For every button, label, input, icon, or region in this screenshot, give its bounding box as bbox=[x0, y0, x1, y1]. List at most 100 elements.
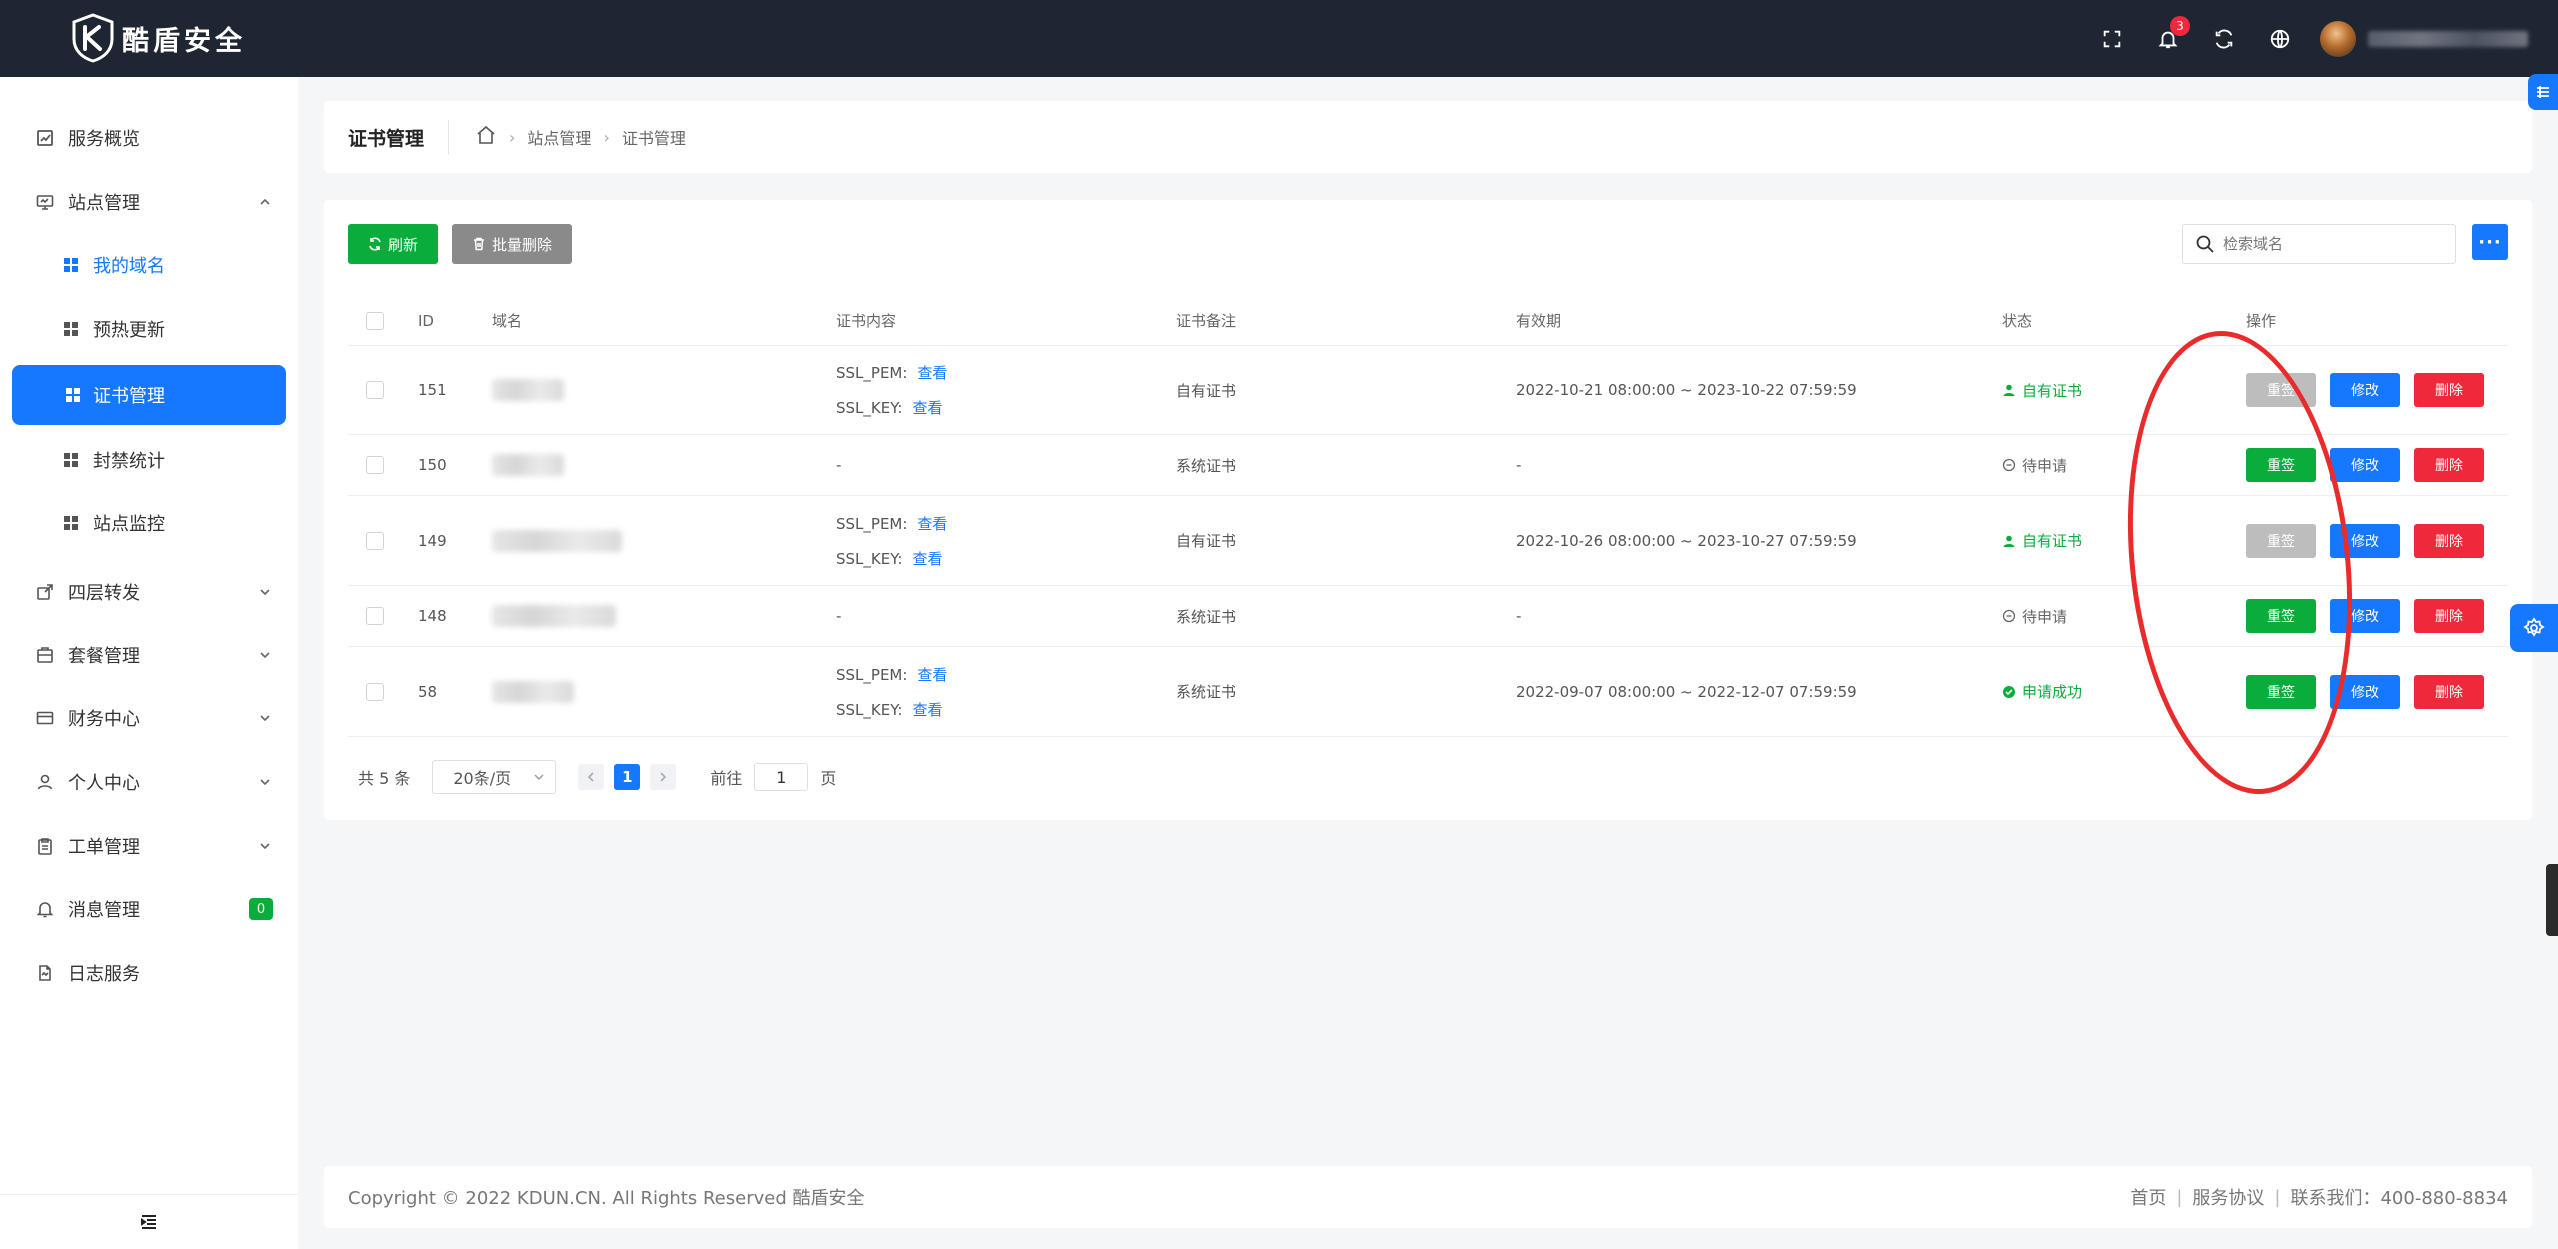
grid-icon bbox=[60, 512, 82, 534]
header-status: 状态 bbox=[2002, 312, 2033, 330]
grid-icon bbox=[60, 449, 82, 471]
footer-link-terms[interactable]: 服务协议 bbox=[2192, 1184, 2264, 1210]
top-bar: 酷盾安全 3 bbox=[0, 0, 2558, 77]
sidebar-item-ban-stats[interactable]: 封禁统计 bbox=[0, 432, 298, 488]
breadcrumb-item-site-management[interactable]: 站点管理 bbox=[527, 125, 591, 149]
sidebar-item-finance[interactable]: 财务中心 bbox=[0, 690, 298, 746]
username-blurred[interactable] bbox=[2368, 30, 2528, 47]
monitor-icon bbox=[34, 191, 56, 213]
footer-link-home[interactable]: 首页 bbox=[2130, 1184, 2166, 1210]
delete-button[interactable]: 删除 bbox=[2414, 373, 2484, 407]
edit-button[interactable]: 修改 bbox=[2330, 523, 2400, 558]
notifications-button[interactable]: 3 bbox=[2140, 0, 2196, 77]
avatar[interactable] bbox=[2320, 20, 2356, 57]
trash-icon bbox=[473, 237, 484, 251]
sidebar-item-prefetch[interactable]: 预热更新 bbox=[0, 301, 298, 357]
view-key-link[interactable]: 查看 bbox=[912, 399, 942, 417]
sidebar: 服务概览 站点管理 我的域名 预热更新 证书管理 封禁统计 站点监控 四层转发 … bbox=[0, 77, 298, 1249]
refresh-page-button[interactable] bbox=[2196, 0, 2252, 77]
more-options-button[interactable]: ··· bbox=[2472, 224, 2508, 260]
edit-button[interactable]: 修改 bbox=[2330, 448, 2400, 482]
bell-icon bbox=[34, 898, 56, 920]
resign-button[interactable]: 重签 bbox=[2246, 523, 2316, 558]
check-circle-icon bbox=[2003, 685, 2015, 698]
search-input[interactable] bbox=[2223, 235, 2443, 253]
view-pem-link[interactable]: 查看 bbox=[917, 364, 947, 382]
row-checkbox[interactable] bbox=[366, 531, 384, 550]
status-badge: 自有证书 bbox=[2002, 530, 2082, 551]
view-key-link[interactable]: 查看 bbox=[912, 701, 942, 719]
chevron-down-icon bbox=[260, 715, 270, 722]
resign-button[interactable]: 重签 bbox=[2246, 674, 2316, 709]
settings-float-button[interactable] bbox=[2510, 604, 2558, 652]
footer-separator: | bbox=[2176, 1186, 2183, 1208]
row-checkbox[interactable] bbox=[366, 381, 384, 399]
chevron-down-icon bbox=[260, 589, 270, 596]
search-icon bbox=[2196, 235, 2214, 253]
delete-button[interactable]: 删除 bbox=[2414, 448, 2484, 482]
batch-delete-button[interactable]: 批量删除 bbox=[452, 224, 572, 264]
sidebar-collapse-button[interactable] bbox=[0, 1194, 298, 1249]
edit-button[interactable]: 修改 bbox=[2330, 599, 2400, 633]
language-button[interactable] bbox=[2252, 0, 2308, 77]
page-number-current[interactable]: 1 bbox=[614, 764, 641, 790]
sidebar-item-overview[interactable]: 服务概览 bbox=[0, 110, 298, 166]
chevron-down-icon bbox=[260, 843, 270, 850]
sidebar-item-site-monitor[interactable]: 站点监控 bbox=[0, 495, 298, 551]
refresh-icon bbox=[369, 237, 381, 251]
share-icon bbox=[34, 581, 56, 603]
fullscreen-button[interactable] bbox=[2084, 0, 2140, 77]
domain-blurred bbox=[492, 379, 564, 401]
view-pem-link[interactable]: 查看 bbox=[917, 515, 947, 533]
row-checkbox[interactable] bbox=[366, 682, 384, 701]
sidebar-item-certificates[interactable]: 证书管理 bbox=[12, 365, 286, 425]
search-box bbox=[2182, 224, 2456, 264]
sidebar-item-profile[interactable]: 个人中心 bbox=[0, 754, 298, 810]
sidebar-item-logs[interactable]: 日志服务 bbox=[0, 945, 298, 1001]
page-size-select[interactable]: 20条/页 bbox=[432, 760, 557, 794]
globe-icon bbox=[2270, 29, 2290, 48]
breadcrumb-separator: › bbox=[509, 127, 516, 147]
resign-button[interactable]: 重签 bbox=[2246, 599, 2316, 633]
table-header: ID 域名 证书内容 证书备注 有效期 状态 操作 bbox=[348, 296, 2508, 346]
clock-icon bbox=[2002, 458, 2016, 472]
sidebar-item-site-management[interactable]: 站点管理 bbox=[0, 174, 298, 230]
page-title: 证书管理 bbox=[348, 120, 450, 154]
status-badge: 申请成功 bbox=[2002, 681, 2082, 702]
floating-tool-button[interactable] bbox=[2528, 74, 2558, 110]
delete-button[interactable]: 删除 bbox=[2414, 674, 2484, 709]
next-page-button[interactable] bbox=[650, 764, 677, 790]
delete-button[interactable]: 删除 bbox=[2414, 599, 2484, 633]
sidebar-item-messages[interactable]: 消息管理 0 bbox=[0, 881, 298, 937]
total-count: 共 5 条 bbox=[358, 769, 411, 788]
view-pem-link[interactable]: 查看 bbox=[917, 666, 947, 684]
header-ops: 操作 bbox=[2246, 312, 2277, 330]
select-all-checkbox[interactable] bbox=[366, 311, 384, 330]
brand-logo[interactable]: 酷盾安全 bbox=[70, 10, 246, 66]
delete-button[interactable]: 删除 bbox=[2414, 523, 2484, 558]
row-checkbox[interactable] bbox=[366, 607, 384, 625]
goto-page-input[interactable] bbox=[754, 763, 809, 791]
breadcrumb-separator: › bbox=[603, 127, 610, 147]
home-button[interactable] bbox=[475, 124, 497, 150]
refresh-button[interactable]: 刷新 bbox=[348, 224, 438, 264]
edge-drag-handle[interactable] bbox=[2546, 864, 2558, 936]
brand-name: 酷盾安全 bbox=[122, 25, 246, 57]
table-row: 149 SSL_PEM: 查看 SSL_KEY: 查看 自有证书 2022-10-2… bbox=[348, 496, 2508, 586]
sidebar-item-packages[interactable]: 套餐管理 bbox=[0, 627, 298, 683]
header-validity: 有效期 bbox=[1516, 312, 1562, 330]
footer-separator: | bbox=[2274, 1186, 2281, 1208]
view-key-link[interactable]: 查看 bbox=[912, 550, 942, 568]
sidebar-item-my-domains[interactable]: 我的域名 bbox=[0, 237, 298, 293]
resign-button[interactable]: 重签 bbox=[2246, 448, 2316, 482]
sidebar-item-l4-forward[interactable]: 四层转发 bbox=[0, 564, 298, 620]
footer-link-contact[interactable]: 联系我们：400-880-8834 bbox=[2290, 1184, 2508, 1210]
package-icon bbox=[34, 644, 56, 666]
menu-fold-icon bbox=[141, 1215, 156, 1229]
row-checkbox[interactable] bbox=[366, 456, 384, 474]
sidebar-item-tickets[interactable]: 工单管理 bbox=[0, 818, 298, 874]
prev-page-button[interactable] bbox=[578, 764, 605, 790]
resign-button[interactable]: 重签 bbox=[2246, 373, 2316, 407]
edit-button[interactable]: 修改 bbox=[2330, 674, 2400, 709]
edit-button[interactable]: 修改 bbox=[2330, 373, 2400, 407]
